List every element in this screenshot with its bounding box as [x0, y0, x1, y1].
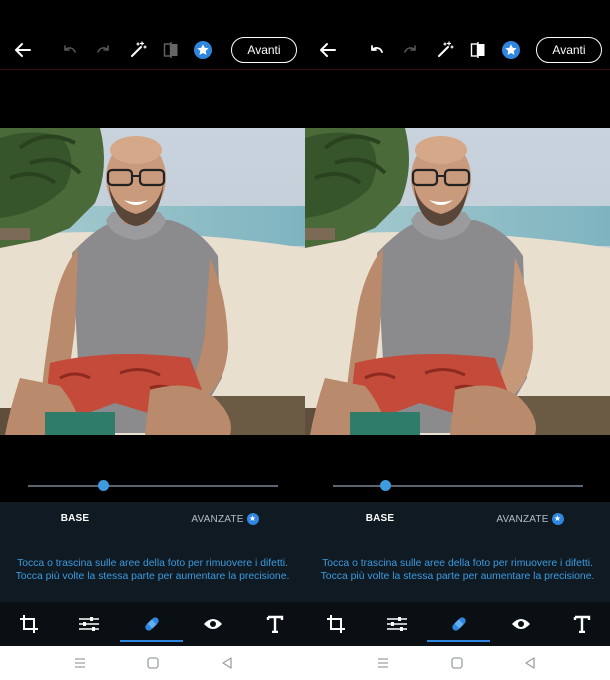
home-icon[interactable]	[146, 656, 160, 670]
toolbar-divider	[0, 69, 305, 70]
mode-tabs: BASE AVANZATE ★ Tocca o trascina sulle a…	[0, 502, 305, 602]
top-toolbar: Avanti	[305, 0, 610, 70]
instruction-line-2: Tocca più volte la stessa parte per aume…	[15, 570, 290, 582]
home-icon[interactable]	[450, 656, 464, 670]
recent-apps-icon[interactable]	[73, 656, 87, 670]
healing-icon[interactable]	[137, 612, 167, 636]
photo-before[interactable]	[0, 128, 305, 435]
compare-icon[interactable]	[465, 37, 491, 63]
undo-icon[interactable]	[363, 37, 389, 63]
crop-icon[interactable]	[321, 612, 351, 636]
slider-track[interactable]	[333, 485, 583, 487]
tab-base[interactable]: BASE	[0, 513, 150, 524]
recent-apps-icon[interactable]	[376, 656, 390, 670]
bottom-toolbar	[0, 602, 305, 646]
redo-icon[interactable]	[398, 37, 424, 63]
premium-star-icon[interactable]	[498, 37, 524, 63]
back-icon[interactable]	[523, 656, 537, 670]
intensity-slider[interactable]	[0, 470, 305, 502]
tab-avanzate-label: AVANZATE	[191, 513, 244, 525]
avanti-button[interactable]: Avanti	[536, 37, 602, 63]
tab-avanzate[interactable]: AVANZATE ★	[160, 513, 290, 525]
eye-icon[interactable]	[506, 612, 536, 636]
photo-after[interactable]	[305, 128, 610, 435]
tab-avanzate-label: AVANZATE	[496, 513, 549, 525]
screenshot-composite: Avanti BASE AVANZATE ★ Tocca o trascina …	[0, 0, 610, 680]
compare-icon[interactable]	[158, 37, 184, 63]
toolbar-divider	[305, 69, 610, 70]
slider-thumb[interactable]	[380, 480, 391, 491]
instruction-line-2: Tocca più volte la stessa parte per aume…	[320, 570, 595, 582]
back-arrow-icon[interactable]	[10, 37, 36, 63]
active-tool-indicator	[120, 640, 183, 642]
slider-thumb[interactable]	[97, 480, 109, 491]
instruction-text: Tocca o trascina sulle aree della foto p…	[0, 558, 305, 583]
text-icon[interactable]	[260, 612, 290, 636]
premium-star-icon: ★	[246, 513, 259, 525]
magic-wand-icon[interactable]	[125, 37, 151, 63]
instruction-text: Tocca o trascina sulle aree della foto p…	[305, 558, 610, 583]
magic-wand-icon[interactable]	[432, 37, 458, 63]
premium-star-icon: ★	[551, 513, 564, 525]
editor-screen-before: Avanti BASE AVANZATE ★ Tocca o trascina …	[0, 0, 305, 680]
redo-icon[interactable]	[91, 37, 117, 63]
tab-avanzate[interactable]: AVANZATE ★	[465, 513, 595, 525]
android-nav-bar	[0, 646, 305, 680]
premium-star-icon[interactable]	[190, 37, 216, 63]
bottom-toolbar	[305, 602, 610, 646]
eye-icon[interactable]	[198, 612, 228, 636]
text-icon[interactable]	[567, 612, 597, 636]
back-icon[interactable]	[220, 656, 234, 670]
active-tool-indicator	[427, 640, 490, 642]
crop-icon[interactable]	[14, 612, 44, 636]
adjustments-icon[interactable]	[382, 612, 412, 636]
top-toolbar: Avanti	[0, 0, 305, 70]
editor-screen-after: Avanti BASE AVANZATE ★ Tocca o trascina …	[305, 0, 610, 680]
instruction-line-1: Tocca o trascina sulle aree della foto p…	[17, 558, 288, 569]
intensity-slider[interactable]	[305, 470, 610, 502]
instruction-line-1: Tocca o trascina sulle aree della foto p…	[322, 558, 593, 569]
slider-track[interactable]	[28, 485, 278, 487]
healing-icon[interactable]	[444, 612, 474, 636]
android-nav-bar	[305, 646, 610, 680]
mode-tabs: BASE AVANZATE ★ Tocca o trascina sulle a…	[305, 502, 610, 602]
back-arrow-icon[interactable]	[315, 37, 341, 63]
avanti-button[interactable]: Avanti	[231, 37, 297, 63]
undo-icon[interactable]	[56, 37, 82, 63]
adjustments-icon[interactable]	[74, 612, 104, 636]
tab-base[interactable]: BASE	[305, 513, 455, 524]
